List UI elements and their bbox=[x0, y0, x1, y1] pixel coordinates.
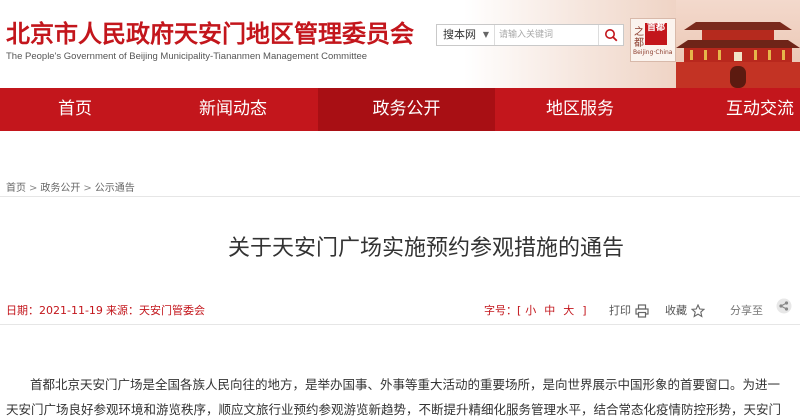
nav-item-home[interactable]: 首页 bbox=[0, 88, 150, 131]
share-icon[interactable] bbox=[776, 298, 792, 314]
print-button[interactable]: 打印 bbox=[609, 302, 649, 318]
star-icon bbox=[691, 304, 705, 318]
nav-item-interaction[interactable]: 互动交流 bbox=[665, 88, 800, 131]
article-paragraph: 首都北京天安门广场是全国各族人民向往的地方，是举办国事、外事等重大活动的重要场所… bbox=[30, 377, 781, 392]
site-header: 北京市人民政府天安门地区管理委员会 The People's Governmen… bbox=[0, 0, 800, 88]
breadcrumb-separator: > bbox=[29, 183, 38, 194]
search-input[interactable] bbox=[499, 26, 595, 44]
article-source: 来源：天安门管委会 bbox=[106, 304, 205, 317]
font-size-medium[interactable]: 中 bbox=[544, 304, 555, 317]
search-scope-label: 搜本网 bbox=[443, 28, 476, 41]
site-subtitle: The People's Government of Beijing Munic… bbox=[6, 51, 368, 62]
site-title[interactable]: 北京市人民政府天安门地区管理委员会 bbox=[6, 14, 414, 49]
article-title: 关于天安门广场实施预约参观措施的通告 bbox=[227, 236, 624, 261]
search-box: 搜本网 ▼ bbox=[436, 24, 624, 46]
search-icon bbox=[605, 29, 618, 42]
favorite-label: 收藏 bbox=[665, 304, 687, 317]
font-size-large[interactable]: 大 bbox=[563, 304, 574, 317]
chevron-down-icon: ▼ bbox=[482, 30, 489, 39]
breadcrumb-government-affairs[interactable]: 政务公开 bbox=[40, 183, 80, 194]
logo-char: 都 bbox=[634, 38, 644, 49]
article-date: 日期：2021-11-19 bbox=[6, 304, 103, 317]
breadcrumb-separator: > bbox=[83, 183, 92, 194]
tiananmen-gate-illustration bbox=[676, 0, 800, 88]
capital-logo: 之 都 首都 Beijing·China bbox=[630, 18, 676, 62]
favorite-button[interactable]: 收藏 bbox=[665, 302, 705, 318]
share-label: 分享至 bbox=[730, 304, 763, 317]
main-nav: 首页 新闻动态 政务公开 地区服务 互动交流 bbox=[0, 88, 800, 131]
article-paragraph: 天安门广场良好参观环境和游览秩序，顺应文旅行业预约参观游览新趋势，不断提升精细化… bbox=[6, 402, 782, 417]
printer-icon bbox=[635, 304, 649, 318]
font-size-label: 字号：[ bbox=[484, 304, 522, 317]
logo-seal: 首都 bbox=[645, 23, 667, 45]
search-scope-select[interactable]: 搜本网 ▼ bbox=[437, 25, 495, 45]
nav-item-government-affairs[interactable]: 政务公开 bbox=[318, 88, 495, 131]
nav-item-district-services[interactable]: 地区服务 bbox=[495, 88, 665, 131]
breadcrumb-home[interactable]: 首页 bbox=[6, 183, 26, 194]
divider bbox=[0, 196, 800, 197]
search-button[interactable] bbox=[598, 25, 623, 45]
nav-item-news[interactable]: 新闻动态 bbox=[150, 88, 316, 131]
font-size-bracket: ] bbox=[582, 304, 587, 317]
divider bbox=[0, 324, 800, 325]
logo-caption: Beijing·China bbox=[633, 49, 673, 56]
print-label: 打印 bbox=[609, 304, 631, 317]
article-meta-bar: 日期：2021-11-19 来源：天安门管委会 字号：[小中大] 打印 收藏 分… bbox=[0, 296, 800, 322]
breadcrumb: 首页 > 政务公开 > 公示通告 bbox=[6, 179, 135, 194]
breadcrumb-announcements[interactable]: 公示通告 bbox=[95, 183, 135, 194]
font-size-small[interactable]: 小 bbox=[525, 304, 536, 317]
font-size-switcher: 字号：[小中大] bbox=[484, 302, 595, 318]
